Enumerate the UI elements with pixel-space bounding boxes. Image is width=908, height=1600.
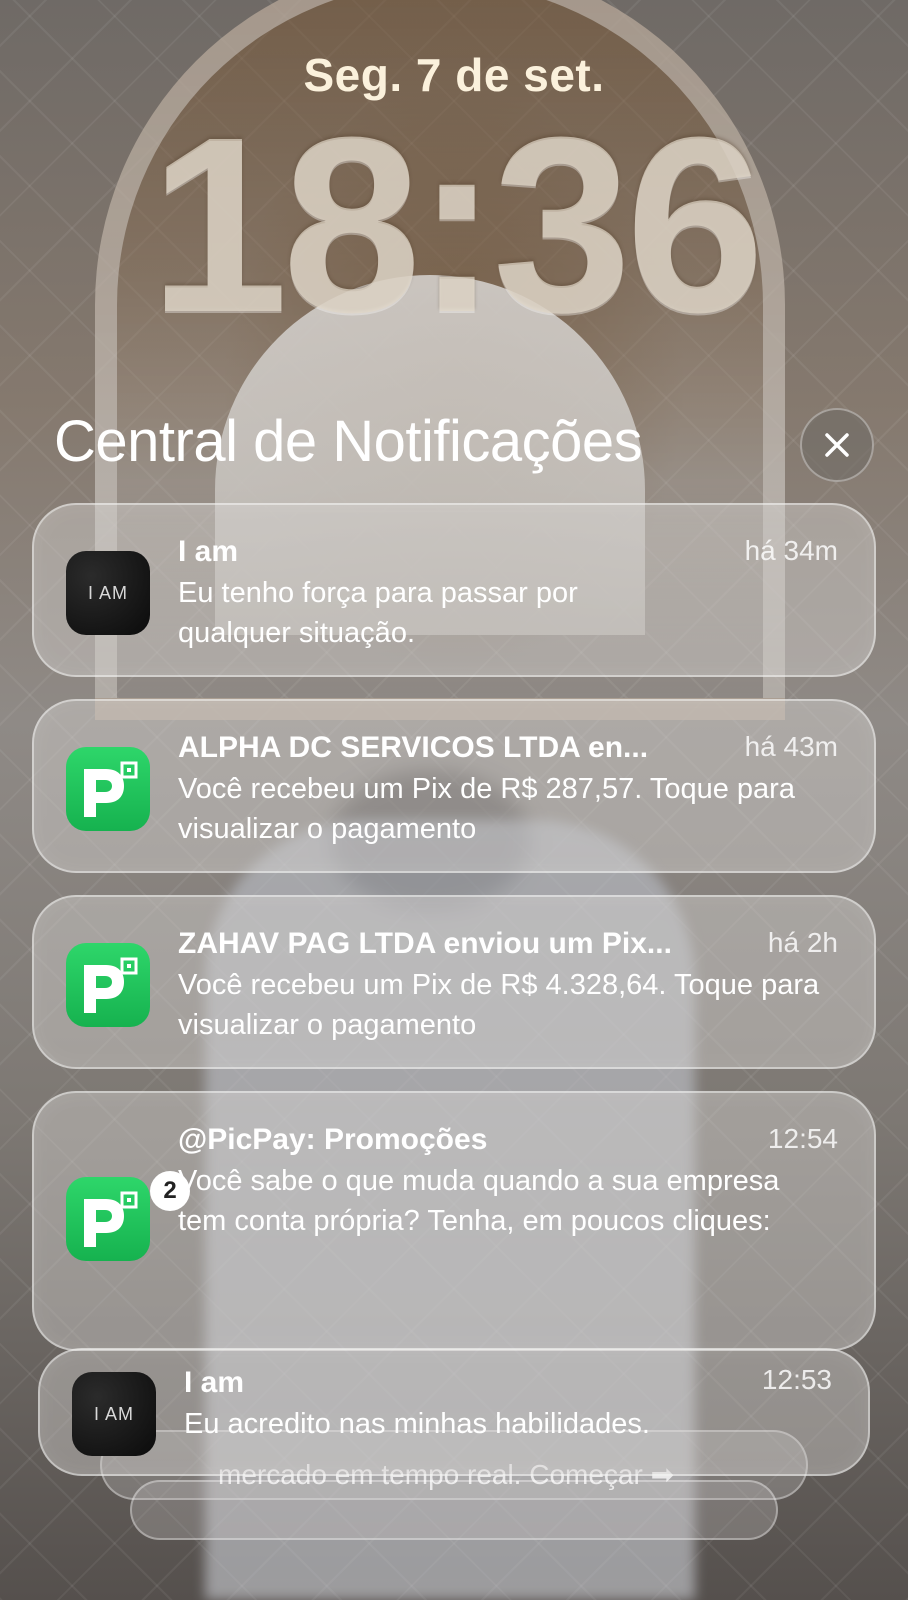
notification-time: 12:54 <box>767 1123 838 1154</box>
notification-card[interactable]: ZAHAV PAG LTDA enviou um Pix... há 2h Vo… <box>32 895 876 1069</box>
i-am-app-icon: I AM <box>66 551 150 635</box>
notification-body: Você recebeu um Pix de R$ 287,57. Toque … <box>178 773 795 845</box>
notification-card[interactable]: ALPHA DC SERVICOS LTDA en... há 43m Você… <box>32 699 876 873</box>
notification-body: Eu acredito nas minhas habilidades. <box>184 1408 650 1440</box>
notification-time: há 43m <box>744 731 838 762</box>
picpay-logo-icon <box>84 761 138 817</box>
close-icon <box>825 433 849 457</box>
picpay-app-icon <box>66 1177 150 1261</box>
notification-body: Eu tenho força para passar por qualquer … <box>178 577 578 649</box>
notification-time: há 2h <box>767 927 838 958</box>
notification-group-card[interactable]: 2 @PicPay: Promoções 12:54 Você sabe o q… <box>32 1091 876 1351</box>
lock-screen: Seg. 7 de set. 18:36 Central de Notifica… <box>0 0 908 1600</box>
picpay-app-icon <box>66 943 150 1027</box>
i-am-app-icon: I AM <box>72 1372 156 1456</box>
notification-time: 12:53 <box>761 1364 832 1395</box>
notification-title: ZAHAV PAG LTDA enviou um Pix... <box>178 927 672 960</box>
notification-body: Você sabe o que muda quando a sua empres… <box>178 1165 780 1237</box>
notification-title: I am <box>184 1366 245 1399</box>
notification-center-title: Central de Notificações <box>54 409 643 474</box>
notification-time: há 34m <box>744 535 838 566</box>
notification-title: @PicPay: Promoções <box>178 1123 488 1156</box>
notification-title: ALPHA DC SERVICOS LTDA en... <box>178 731 649 764</box>
app-icon-label: I AM <box>93 1403 134 1424</box>
close-notifications-button[interactable] <box>800 408 874 482</box>
app-icon-label: I AM <box>87 582 128 603</box>
notification-card[interactable]: I AM I am há 34m Eu tenho força para pas… <box>32 503 876 677</box>
lockscreen-clock: 18:36 <box>149 85 764 364</box>
notification-card[interactable]: I AM I am 12:53 Eu acredito nas minhas h… <box>38 1348 870 1476</box>
notification-body: Você recebeu um Pix de R$ 4.328,64. Toqu… <box>178 969 820 1041</box>
picpay-logo-icon <box>84 957 138 1013</box>
picpay-app-icon <box>66 747 150 831</box>
picpay-logo-icon <box>84 1191 138 1247</box>
notification-title: I am <box>178 535 239 568</box>
